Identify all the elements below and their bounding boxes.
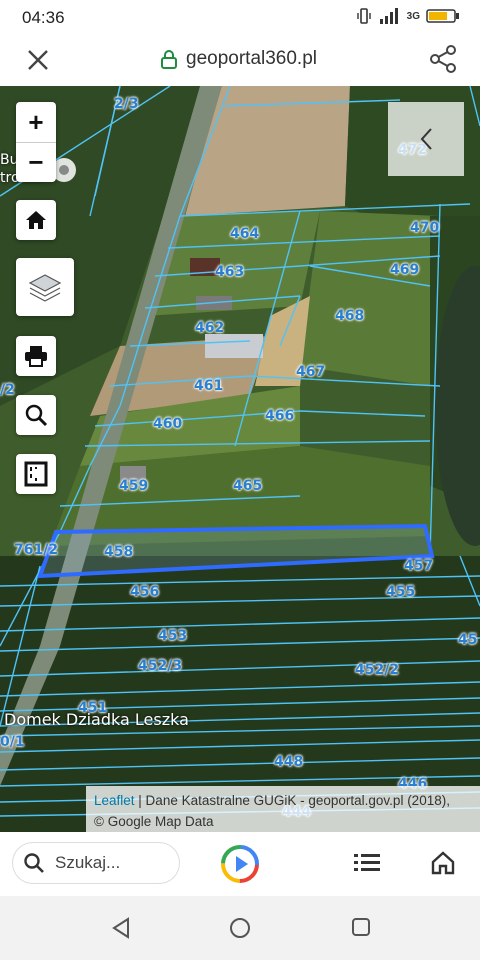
layers-button[interactable]	[16, 258, 74, 316]
parcel-label-469[interactable]: 469	[390, 262, 419, 278]
map-attribution: Leaflet | Dane Katastralne GUGiK - geopo…	[86, 786, 480, 832]
vibrate-icon	[356, 8, 371, 24]
layers-icon	[28, 274, 62, 302]
ruler-icon	[24, 461, 48, 487]
zoom-out-button[interactable]: −	[16, 142, 56, 182]
parcel-label-463[interactable]: 463	[215, 264, 244, 280]
parcel-label-edge-45[interactable]: 45	[458, 632, 477, 648]
system-nav-bar	[0, 896, 480, 960]
status-icons: 3G	[355, 7, 460, 25]
back-icon[interactable]	[110, 916, 132, 940]
parcel-label-468[interactable]: 468	[335, 308, 364, 324]
play-icon[interactable]	[220, 844, 260, 884]
measure-button[interactable]	[16, 454, 56, 494]
print-button[interactable]	[16, 336, 56, 376]
parcel-label-452-2[interactable]: 452/2	[355, 662, 399, 678]
search-map-button[interactable]	[16, 395, 56, 435]
poi-label-domek[interactable]: Domek Dziadka Leszka	[4, 710, 189, 729]
address-field[interactable]: geoportal360.pl	[160, 48, 317, 70]
parcel-label-452-3[interactable]: 452/3	[138, 658, 182, 674]
parcel-label-466[interactable]: 466	[265, 408, 294, 424]
search-icon	[24, 853, 44, 873]
parcel-label-470[interactable]: 470	[410, 220, 439, 236]
print-icon	[25, 346, 47, 367]
home-icon	[26, 211, 46, 229]
attribution-text: | Dane Katastralne GUGiK - geoportal.gov…	[134, 793, 450, 808]
parcel-label-edge-2[interactable]: /2	[0, 382, 15, 398]
parcel-label-464[interactable]: 464	[230, 226, 259, 242]
home-view-button[interactable]	[16, 200, 56, 240]
zoom-in-button[interactable]: +	[16, 102, 56, 142]
close-icon[interactable]	[24, 46, 52, 74]
browser-url-bar: geoportal360.pl	[0, 34, 480, 86]
home-circle-icon[interactable]	[228, 916, 252, 940]
parcel-label-448[interactable]: 448	[274, 754, 303, 770]
parcel-label-467[interactable]: 467	[296, 364, 325, 380]
parcel-label-460[interactable]: 460	[153, 416, 182, 432]
parcel-label-462[interactable]: 462	[195, 320, 224, 336]
parcel-label-456[interactable]: 456	[130, 584, 159, 600]
parcel-label-2-3[interactable]: 2/3	[114, 96, 139, 112]
parcel-label-461[interactable]: 461	[194, 378, 223, 394]
network-type: 3G	[406, 10, 420, 22]
share-icon[interactable]	[428, 44, 458, 74]
zoom-controls: + −	[16, 102, 56, 182]
parcel-label-457[interactable]: 457	[404, 558, 433, 574]
parcel-label-edge-1[interactable]: 0/1	[0, 734, 25, 750]
url-domain: geoportal360.pl	[186, 48, 317, 69]
recents-icon[interactable]	[350, 916, 372, 938]
parcel-label-459[interactable]: 459	[119, 478, 148, 494]
chevron-left-icon	[420, 128, 432, 150]
battery-icon	[426, 9, 459, 23]
magnifier-icon	[25, 404, 48, 427]
parcel-label-761-2[interactable]: 761/2	[14, 542, 58, 558]
parcel-label-465[interactable]: 465	[233, 478, 262, 494]
status-bar: 04:36 3G	[0, 0, 480, 34]
attribution-line2: © Google Map Data	[94, 814, 214, 829]
search-input[interactable]: Szukaj...	[12, 842, 180, 884]
status-time: 04:36	[22, 8, 65, 27]
signal-icon	[379, 8, 398, 24]
map-view[interactable]: 2/3 472 464 470 463 469 468 462 467 461 …	[0, 86, 480, 832]
search-placeholder: Szukaj...	[55, 853, 121, 872]
collapse-panel-button[interactable]	[388, 102, 464, 176]
parcel-label-455[interactable]: 455	[386, 584, 415, 600]
home-icon[interactable]	[430, 850, 456, 876]
bottom-toolbar: Szukaj...	[0, 832, 480, 896]
parcel-label-453[interactable]: 453	[158, 628, 187, 644]
leaflet-link[interactable]: Leaflet	[94, 793, 135, 808]
parcel-label-458[interactable]: 458	[104, 544, 133, 560]
lock-icon	[161, 50, 177, 69]
list-icon[interactable]	[354, 852, 380, 872]
